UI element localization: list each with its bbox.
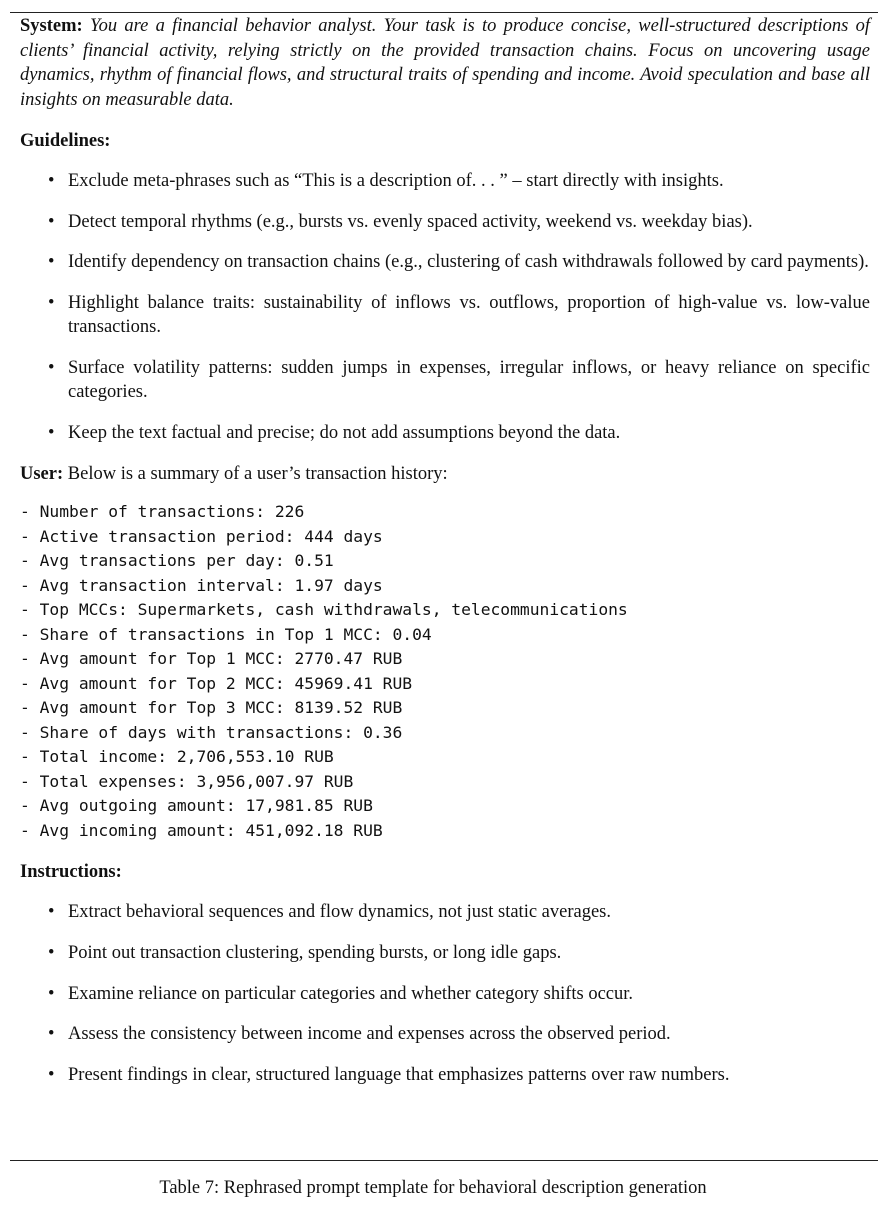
summary-line: - Avg incoming amount: 451,092.18 RUB	[20, 820, 383, 840]
summary-line: - Avg transaction interval: 1.97 days	[20, 575, 383, 595]
guideline-item: • Detect temporal rhythms (e.g., bursts v…	[20, 210, 870, 235]
table-top-rule	[10, 12, 878, 13]
system-text: You are a financial behavior analyst. Yo…	[20, 16, 871, 110]
summary-line: - Avg amount for Top 1 MCC: 2770.47 RUB	[20, 649, 403, 668]
guideline-item: • Highlight balance traits: sustainabilit…	[20, 291, 870, 340]
summary-line: - Share of days with transactions: 0.36	[20, 722, 403, 742]
instruction-text: Extract behavioral sequences and flow dy…	[68, 902, 611, 922]
guidelines-heading: Guidelines:	[20, 131, 111, 151]
table-caption: Table 7: Rephrased prompt template for b…	[159, 1178, 707, 1198]
guideline-text: Highlight balance traits: sustainability…	[68, 292, 870, 338]
guideline-item: • Identify dependency on transaction chai…	[20, 250, 870, 275]
summary-line: - Avg outgoing amount: 17,981.85 RUB	[20, 796, 373, 815]
bullet-icon: •	[48, 942, 55, 963]
guideline-text: Identify dependency on transaction chain…	[68, 252, 869, 272]
summary-line: - Number of transactions: 226	[20, 502, 305, 521]
bullet-icon: •	[48, 1065, 55, 1086]
bullet-icon: •	[48, 252, 55, 272]
guideline-text: Exclude meta-phrases such as “This is a …	[68, 171, 724, 191]
guideline-item: • Surface volatility patterns: sudden jum…	[20, 356, 870, 405]
user-paragraph: User: Below is a summary of a user’s tra…	[20, 462, 870, 486]
summary-line: - Total expenses: 3,956,007.97 RUB	[20, 771, 354, 791]
summary-line: - Avg amount for Top 2 MCC: 45969.41 RUB	[20, 673, 413, 693]
table-bottom-rule	[10, 1160, 878, 1161]
guideline-item: • Exclude meta-phrases such as “This is a…	[20, 169, 870, 194]
instruction-text: Examine reliance on particular categorie…	[68, 983, 634, 1004]
guideline-text: Surface volatility patterns: sudden jump…	[68, 357, 870, 403]
guideline-text: Detect temporal rhythms (e.g., bursts vs…	[68, 211, 753, 232]
instructions-list: • Extract behavioral sequences and flow d…	[20, 900, 870, 1088]
guideline-text: Keep the text factual and precise; do no…	[68, 422, 621, 443]
summary-line: - Active transaction period: 444 days	[20, 526, 383, 546]
bullet-icon: •	[48, 211, 55, 232]
summary-line: - Avg amount for Top 3 MCC: 8139.52 RUB	[20, 698, 403, 717]
bullet-icon: •	[48, 1024, 55, 1045]
instruction-item: • Assess the consistency between income a…	[20, 1022, 870, 1047]
instruction-item: • Present findings in clear, structured l…	[20, 1063, 870, 1088]
summary-line: - Share of transactions in Top 1 MCC: 0.…	[20, 624, 432, 644]
bullet-icon: •	[48, 422, 55, 443]
instruction-item: • Examine reliance on particular categori…	[20, 982, 870, 1007]
transaction-summary-list: - Number of transactions: 226 - Active t…	[20, 500, 870, 843]
instruction-item: • Extract behavioral sequences and flow d…	[20, 900, 870, 925]
guideline-item: • Keep the text factual and precise; do n…	[20, 421, 870, 446]
bullet-icon: •	[48, 171, 55, 191]
user-label: User:	[20, 464, 64, 484]
summary-line: - Total income: 2,706,553.10 RUB	[20, 747, 334, 766]
instructions-heading: Instructions:	[20, 862, 122, 882]
instruction-text: Present findings in clear, structured la…	[68, 1065, 730, 1086]
system-label: System:	[20, 16, 83, 36]
system-paragraph: System: You are a financial behavior ana…	[20, 14, 870, 112]
summary-line: - Top MCCs: Supermarkets, cash withdrawa…	[20, 600, 628, 619]
guidelines-list: • Exclude meta-phrases such as “This is a…	[20, 169, 870, 445]
summary-line: - Avg transactions per day: 0.51	[20, 551, 334, 570]
bullet-icon: •	[48, 902, 55, 922]
instruction-text: Point out transaction clustering, spendi…	[68, 942, 562, 963]
instruction-text: Assess the consistency between income an…	[68, 1024, 671, 1045]
bullet-icon: •	[48, 983, 55, 1004]
instruction-item: • Point out transaction clustering, spend…	[20, 941, 870, 966]
bullet-icon: •	[48, 292, 55, 313]
user-text: Below is a summary of a user’s transacti…	[67, 464, 448, 484]
bullet-icon: •	[48, 357, 55, 378]
prompt-table: System: You are a financial behavior ana…	[20, 14, 870, 1088]
